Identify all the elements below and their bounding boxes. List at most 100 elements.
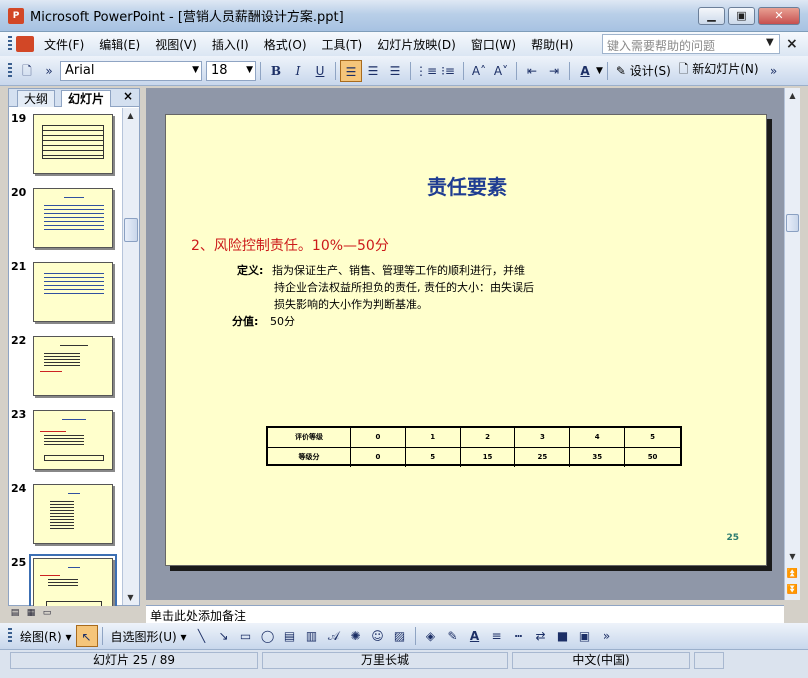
insert-picture-icon[interactable]: ▨: [389, 625, 411, 647]
menu-window[interactable]: 窗口(W): [471, 36, 516, 53]
main-scrollbar[interactable]: ▲ ▼ ⏫ ⏬: [784, 88, 800, 600]
increase-font-icon[interactable]: A˄: [468, 60, 490, 82]
notes-pane[interactable]: 单击此处添加备注: [146, 605, 784, 623]
new-slide-button[interactable]: 🗋 新幻灯片(N): [679, 60, 759, 81]
thumbnail-item-22[interactable]: 22: [9, 330, 121, 404]
drawbar-overflow-icon[interactable]: »: [596, 625, 618, 647]
arrow-tool-icon[interactable]: ↘: [213, 625, 235, 647]
menu-insert[interactable]: 插入(I): [212, 36, 249, 53]
toolbar-options-icon[interactable]: »: [38, 60, 60, 82]
document-menu-icon[interactable]: [16, 36, 34, 52]
vertical-textbox-icon[interactable]: ▥: [301, 625, 323, 647]
line-color-icon[interactable]: ✎: [442, 625, 464, 647]
wordart-icon[interactable]: 𝒜: [323, 625, 345, 647]
menu-grip[interactable]: [8, 36, 12, 52]
tab-slides[interactable]: 幻灯片: [61, 90, 112, 107]
formatting-toolbar: 🗋 » Arial ▼ 18 ▼ B I U ☰ ☰ ☰ ⋮≡ ⁝≡ A˄ A˅ ⇤…: [0, 56, 808, 86]
decrease-indent-icon[interactable]: ⇤: [521, 60, 543, 82]
previous-slide-icon[interactable]: ⏫: [785, 567, 800, 582]
normal-view-icon[interactable]: ▤: [8, 606, 22, 620]
slide-thumbnail-19[interactable]: [33, 114, 113, 174]
font-color-dropdown-icon[interactable]: ▼: [596, 66, 603, 76]
close-document-button[interactable]: ×: [786, 36, 798, 52]
line-style-icon[interactable]: ≡: [486, 625, 508, 647]
slide-sorter-icon[interactable]: ▦: [24, 606, 38, 620]
menu-file[interactable]: 文件(F): [44, 36, 84, 53]
new-document-icon[interactable]: 🗋: [16, 60, 38, 82]
menu-tools[interactable]: 工具(T): [322, 36, 363, 53]
numbered-list-icon[interactable]: ⋮≡: [415, 60, 437, 82]
thumbnail-item-19[interactable]: 19: [9, 108, 121, 182]
panel-close-button[interactable]: ×: [123, 89, 133, 103]
menu-help[interactable]: 帮助(H): [531, 36, 573, 53]
minimize-button[interactable]: ▁: [698, 7, 725, 25]
diagram-icon[interactable]: ✺: [345, 625, 367, 647]
align-center-icon[interactable]: ☰: [362, 60, 384, 82]
oval-tool-icon[interactable]: ◯: [257, 625, 279, 647]
menu-edit[interactable]: 编辑(E): [99, 36, 140, 53]
line-tool-icon[interactable]: ╲: [191, 625, 213, 647]
slide-thumbnail-25[interactable]: [29, 554, 117, 606]
size-dropdown-icon[interactable]: ▼: [246, 65, 253, 75]
main-scroll-thumb[interactable]: [786, 214, 799, 232]
autoshape-menu-button[interactable]: 自选图形(U) ▾: [111, 628, 187, 645]
toolbar-overflow-icon[interactable]: »: [763, 60, 785, 82]
thumbnail-item-24[interactable]: 24: [9, 478, 121, 552]
slideshow-view-icon[interactable]: ▭: [40, 606, 54, 620]
tab-outline[interactable]: 大纲: [17, 90, 56, 107]
rectangle-tool-icon[interactable]: ▭: [235, 625, 257, 647]
close-window-button[interactable]: ✕: [758, 7, 800, 25]
align-left-icon[interactable]: ☰: [340, 59, 362, 82]
decrease-font-icon[interactable]: A˅: [490, 60, 512, 82]
scroll-down-icon[interactable]: ▼: [123, 590, 138, 605]
slide-thumbnail-21[interactable]: [33, 262, 113, 322]
main-scroll-up-icon[interactable]: ▲: [785, 88, 800, 103]
slide-thumbnail-22[interactable]: [33, 336, 113, 396]
thumbnail-item-23[interactable]: 23: [9, 404, 121, 478]
next-slide-icon[interactable]: ⏬: [785, 583, 800, 598]
slide-thumbnail-23[interactable]: [33, 410, 113, 470]
shadow-style-icon[interactable]: ■: [552, 625, 574, 647]
score-table[interactable]: 评价等级 0 1 2 3 4 5 等级分 0 5 15 25 35 50: [266, 426, 682, 467]
increase-indent-icon[interactable]: ⇥: [543, 60, 565, 82]
clipart-icon[interactable]: ☺: [367, 625, 389, 647]
help-search-input[interactable]: 键入需要帮助的问题: [602, 34, 780, 54]
draw-menu-button[interactable]: 绘图(R) ▾: [20, 628, 72, 645]
arrow-style-icon[interactable]: ⇄: [530, 625, 552, 647]
3d-style-icon[interactable]: ▣: [574, 625, 596, 647]
slide-heading[interactable]: 2、风险控制责任。10%—50分: [191, 235, 389, 255]
bullet-list-icon[interactable]: ⁝≡: [437, 60, 459, 82]
thumbnail-scroll-thumb[interactable]: [124, 218, 138, 242]
help-dropdown-icon[interactable]: ▼: [766, 37, 774, 48]
thumbnail-item-20[interactable]: 20: [9, 182, 121, 256]
menu-format[interactable]: 格式(O): [264, 36, 307, 53]
scroll-up-icon[interactable]: ▲: [123, 108, 138, 123]
menu-slideshow[interactable]: 幻灯片放映(D): [377, 36, 456, 53]
dash-style-icon[interactable]: ┅: [508, 625, 530, 647]
bold-button[interactable]: B: [265, 60, 287, 82]
design-button[interactable]: ✎ 设计(S): [616, 62, 671, 79]
slide-title[interactable]: 责任要素: [166, 171, 768, 200]
thumbnail-item-21[interactable]: 21: [9, 256, 121, 330]
font-name-select[interactable]: Arial ▼: [60, 60, 202, 81]
toolbar-grip[interactable]: [8, 62, 12, 79]
font-size-select[interactable]: 18 ▼: [206, 60, 256, 81]
textbox-tool-icon[interactable]: ▤: [279, 625, 301, 647]
current-slide[interactable]: 责任要素 2、风险控制责任。10%—50分 定义: 指为保证生产、销售、管理等工…: [165, 114, 767, 566]
slide-thumbnail-20[interactable]: [33, 188, 113, 248]
thumbnail-item-25[interactable]: 25: [9, 552, 121, 606]
fill-color-icon[interactable]: ◈: [420, 625, 442, 647]
italic-button[interactable]: I: [287, 60, 309, 82]
font-dropdown-icon[interactable]: ▼: [192, 65, 199, 75]
slide-thumbnail-24[interactable]: [33, 484, 113, 544]
maximize-button[interactable]: ▣: [728, 7, 755, 25]
align-right-icon[interactable]: ☰: [384, 60, 406, 82]
thumbnail-scrollbar[interactable]: ▲ ▼: [122, 108, 139, 605]
underline-button[interactable]: U: [309, 60, 331, 82]
menu-view[interactable]: 视图(V): [155, 36, 197, 53]
drawbar-grip[interactable]: [8, 628, 12, 644]
select-pointer-icon[interactable]: ↖: [75, 625, 98, 647]
main-scroll-down-icon[interactable]: ▼: [785, 549, 800, 564]
draw-font-color-icon[interactable]: A: [464, 625, 486, 647]
font-color-button[interactable]: A: [574, 60, 596, 82]
